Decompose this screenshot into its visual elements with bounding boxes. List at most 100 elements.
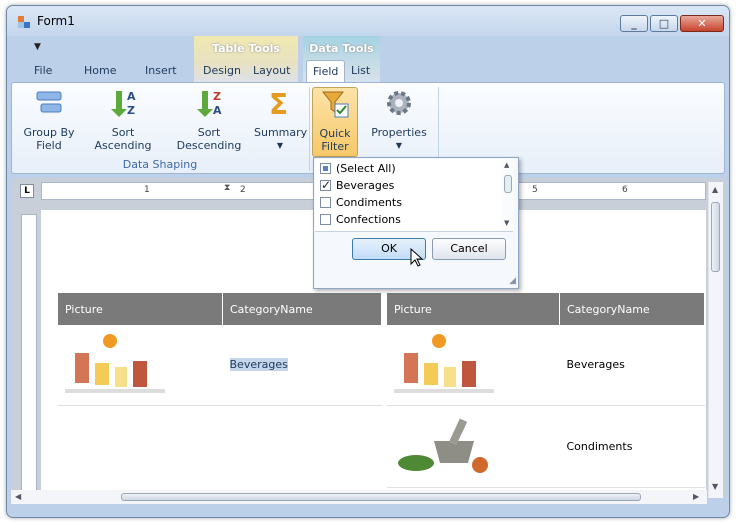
beverages-image [65,334,165,394]
checkbox-checked-icon[interactable] [320,177,331,193]
minimize-icon: _ [631,17,637,30]
filter-item-label: (Select All) [336,162,396,175]
column-header-categoryname: CategoryName [222,293,382,325]
summary-dropdown-icon: ▼ [276,141,284,150]
maximize-icon: □ [658,17,670,30]
category-cell[interactable]: Condiments [559,405,705,488]
checkbox-icon[interactable] [320,213,331,225]
tab-field[interactable]: Field [306,60,346,82]
ruler-indent-marker[interactable]: ⧗ [224,183,230,193]
tab-layout[interactable]: Layout [253,64,290,77]
context-label-table-tools: Table Tools [212,42,280,55]
svg-text:Σ: Σ [269,88,288,119]
sort-descending-icon: ZA [197,90,222,117]
list-scrollbar[interactable]: ▲ ▼ [502,159,513,231]
filter-item-beverages[interactable]: Beverages [320,177,394,194]
filter-item-label: Confections [336,213,401,226]
table-header-row: Picture CategoryName [387,293,705,325]
window-title: Form1 [37,14,75,28]
ribbon-tabs: File Home Insert Design Layout Field Lis… [7,60,729,84]
scroll-down-icon[interactable]: ▼ [712,482,718,491]
ruler-number: 5 [532,185,538,195]
maximize-button[interactable]: □ [650,15,678,32]
quick-filter-label: Quick Filter [319,127,351,153]
quick-filter-icon [321,91,349,118]
ruler-number: 2 [240,185,246,195]
picture-cell[interactable] [387,325,560,406]
table-row[interactable]: Condiments [387,405,705,488]
tab-list[interactable]: List [351,64,370,77]
svg-text:A: A [127,90,136,103]
picture-cell[interactable] [387,405,560,488]
summary-sigma-icon: Σ [269,88,288,121]
ruler-number: 1 [144,185,150,195]
filter-item-label: Condiments [336,196,402,209]
table-row[interactable]: Beverages [387,325,705,406]
list-scroll-thumb[interactable] [504,175,512,193]
svg-text:Z: Z [213,90,221,103]
title-bar: Form1 _ □ ✕ [7,6,729,36]
vertical-ruler[interactable] [21,214,37,496]
checkbox-partial-icon[interactable] [320,162,331,174]
tab-design[interactable]: Design [203,64,241,77]
left-table: Picture CategoryName Beverages [58,293,382,406]
properties-label: Properties [371,126,427,139]
scroll-up-icon[interactable]: ▲ [712,185,718,194]
svg-text:A: A [213,104,222,117]
app-icon [18,16,30,28]
scroll-left-icon[interactable]: ◀ [15,492,21,501]
context-label-data-tools: Data Tools [309,42,374,55]
filter-item-select-all[interactable]: (Select All) [320,161,396,177]
scroll-up-icon[interactable]: ▲ [504,161,509,169]
ruler-number: 6 [622,185,628,195]
app-window: Form1 _ □ ✕ ▼ Table Tools Data Tools Fil… [6,5,730,518]
minimize-button[interactable]: _ [620,15,648,32]
tab-home[interactable]: Home [84,64,116,77]
group-by-field-icon [36,91,62,113]
picture-cell[interactable] [58,325,223,406]
mouse-cursor-icon [410,248,424,267]
ruler-tab-selector[interactable]: L [20,184,34,198]
quick-filter-popup: (Select All) Beverages Condiments Confec… [313,157,519,289]
sort-ascending-button[interactable]: AZ Sort Ascending [82,87,164,152]
close-icon: ✕ [697,17,707,30]
condiments-image [398,418,488,473]
vertical-scrollbar[interactable]: ▲ ▼ [708,182,723,498]
sort-ascending-label: Sort Ascending [94,126,152,152]
cancel-button[interactable]: Cancel [432,238,506,260]
column-header-picture: Picture [58,293,223,325]
checkbox-icon[interactable] [320,196,331,208]
horizontal-scroll-thumb[interactable] [121,493,641,501]
column-header-picture: Picture [387,293,560,325]
tab-insert[interactable]: Insert [145,64,177,77]
group-by-field-button[interactable]: Group By Field [18,87,80,152]
table-row[interactable]: Beverages [58,325,382,406]
scroll-down-icon[interactable]: ▼ [504,219,509,227]
vertical-scroll-thumb[interactable] [711,202,720,272]
filter-value-list[interactable]: (Select All) Beverages Condiments Confec… [315,159,513,232]
table-header-row: Picture CategoryName [58,293,382,325]
filter-item-confections[interactable]: Confections [320,212,401,228]
summary-button[interactable]: Σ Summary ▼ [254,87,308,152]
sort-descending-button[interactable]: ZA Sort Descending [166,87,252,152]
svg-text:Z: Z [127,104,135,117]
category-cell[interactable]: Beverages [222,325,382,406]
ribbon-separator [309,87,310,171]
category-cell[interactable]: Beverages [559,325,705,406]
ribbon-group-label: Data Shaping [122,158,198,171]
beverages-image [394,334,494,394]
quick-filter-button[interactable]: Quick Filter [312,87,358,157]
right-table: Picture CategoryName Beverages Condiment… [387,293,705,488]
close-button[interactable]: ✕ [680,15,724,32]
quick-access-toolbar-dropdown[interactable]: ▼ [34,42,41,52]
filter-item-condiments[interactable]: Condiments [320,195,402,211]
selected-text[interactable]: Beverages [229,358,288,372]
summary-label: Summary [254,126,308,139]
resize-grip-icon[interactable]: ◢ [509,276,516,286]
sort-ascending-icon: AZ [111,90,136,117]
horizontal-scrollbar[interactable]: ◀ ▶ [11,490,707,504]
scroll-right-icon[interactable]: ▶ [693,492,699,501]
gear-icon [387,91,411,115]
properties-button[interactable]: Properties ▼ [364,87,434,152]
tab-file[interactable]: File [34,64,52,77]
